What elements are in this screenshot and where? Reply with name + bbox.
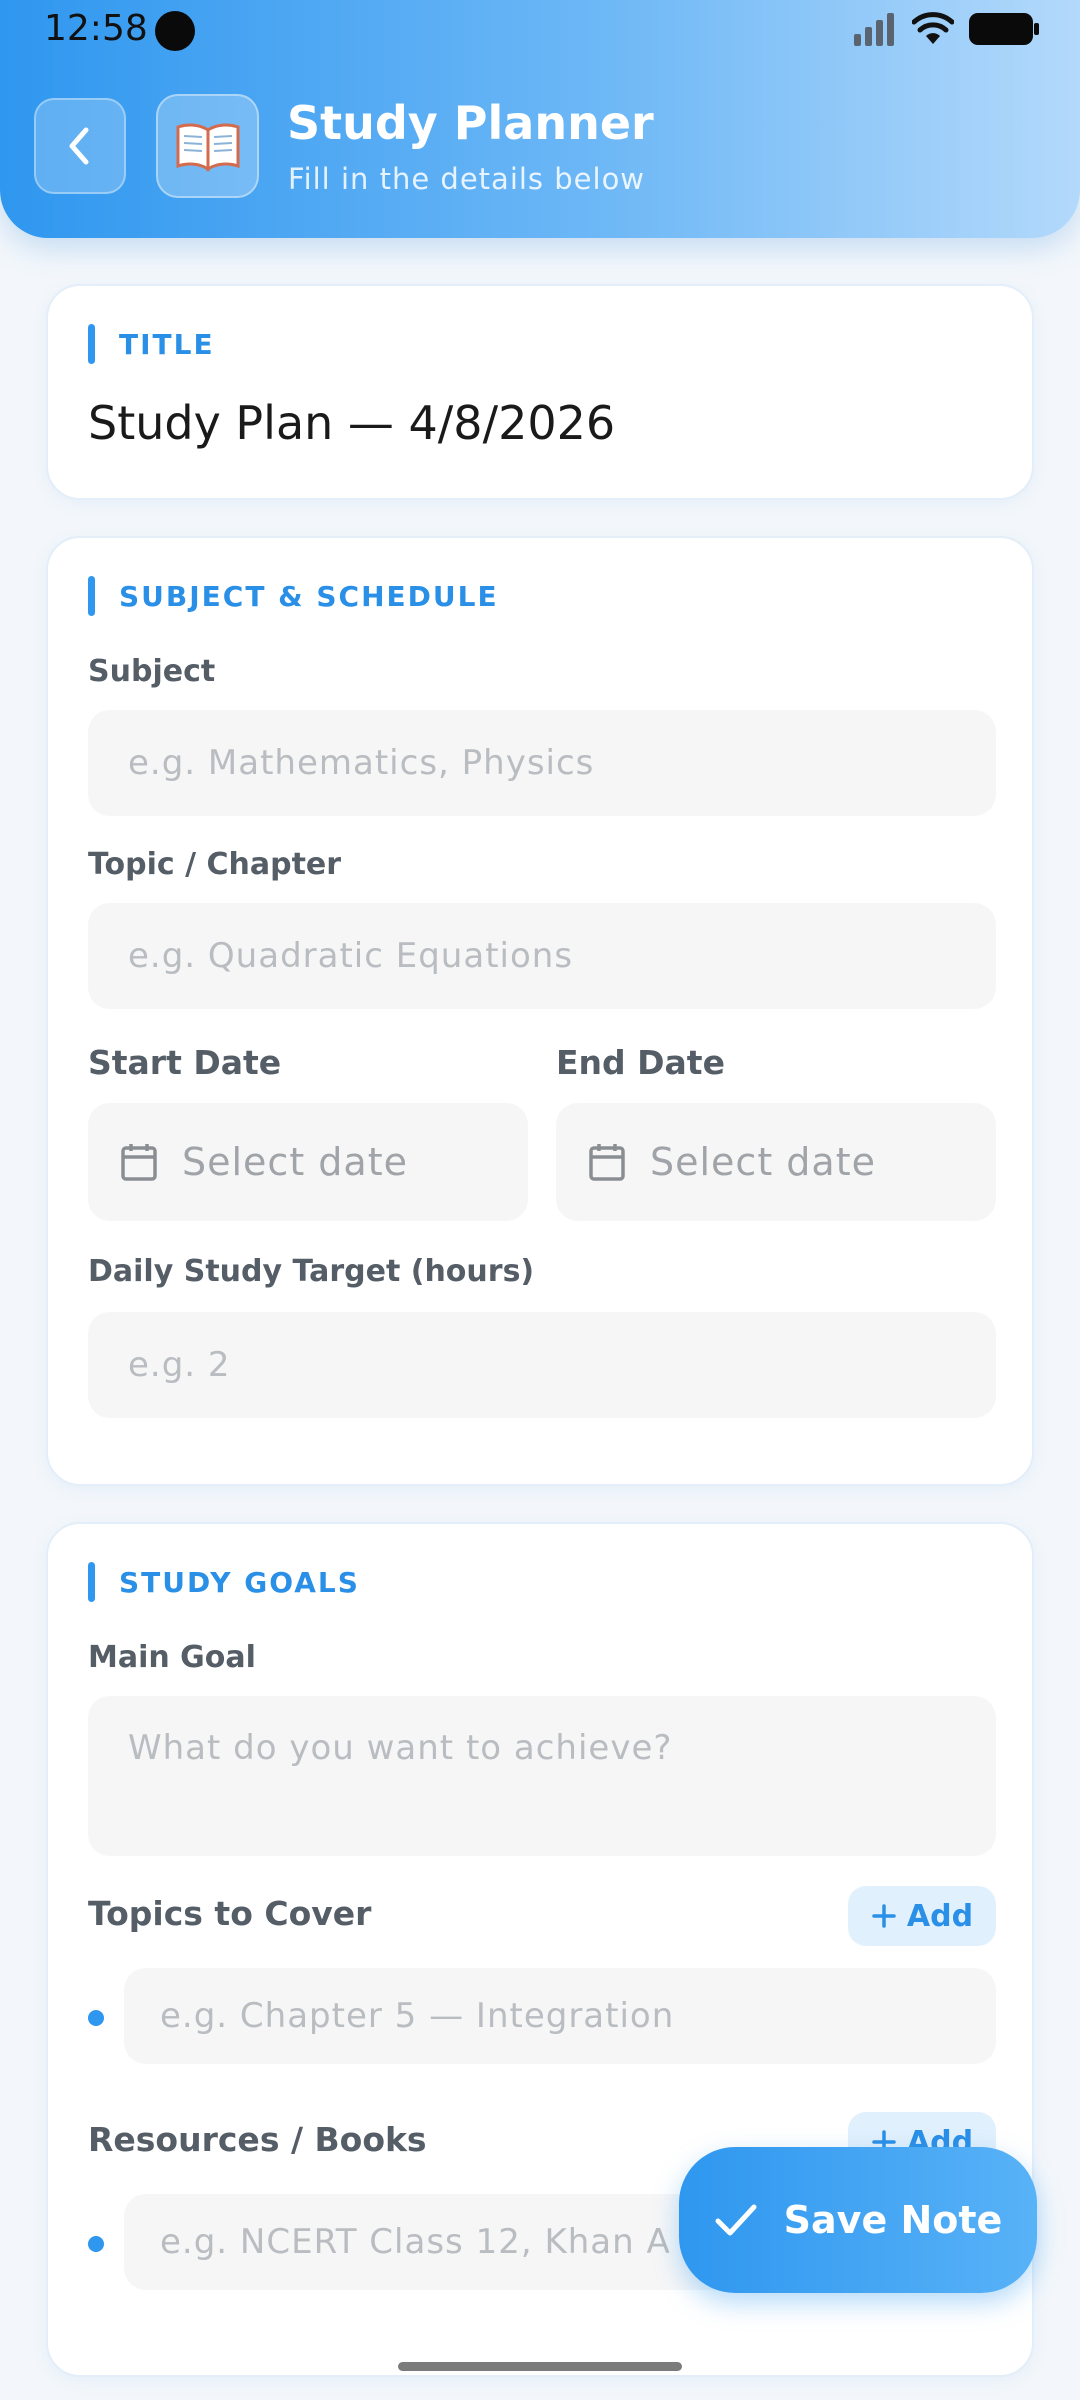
start-date-label: Start Date [88,1043,282,1082]
section-accent-bar [88,1562,95,1602]
plus-icon [872,1904,896,1928]
battery-icon [969,13,1039,45]
list-bullet [88,2236,104,2252]
status-time: 12:58 [44,8,148,49]
chevron-left-icon [69,127,89,165]
topics-label: Topics to Cover [88,1894,372,1933]
app-icon [156,94,259,198]
schedule-card: SUBJECT & SCHEDULE Subject e.g. Mathemat… [46,536,1034,1486]
back-button[interactable] [34,98,126,194]
title-input[interactable]: Study Plan — 4/8/2026 [88,396,615,450]
subject-label: Subject [88,654,216,689]
list-bullet [88,2010,104,2026]
wifi-icon [912,12,954,44]
schedule-section-header: SUBJECT & SCHEDULE [88,576,499,616]
signal-icon [854,13,894,46]
camera-cutout [155,11,195,51]
topic-item-input[interactable]: e.g. Chapter 5 — Integration [124,1968,996,2064]
save-note-label: Save Note [783,2198,1003,2242]
end-date-label: End Date [556,1043,725,1082]
page-title: Study Planner [287,96,654,150]
status-icons [852,12,1040,46]
start-date-input[interactable]: Select date [88,1103,528,1221]
add-topic-button[interactable]: Add [848,1886,996,1946]
app-header: 12:58 Study Planner Fill in the details … [0,0,1080,238]
resources-label: Resources / Books [88,2120,427,2159]
daily-target-label: Daily Study Target (hours) [88,1254,535,1289]
topic-label: Topic / Chapter [88,847,342,882]
home-indicator[interactable] [398,2362,682,2371]
status-bar: 12:58 [0,0,1080,62]
main-goal-label: Main Goal [88,1640,256,1675]
section-accent-bar [88,324,95,364]
checkmark-icon [715,2204,757,2236]
open-book-icon [176,123,239,172]
subject-input[interactable]: e.g. Mathematics, Physics [88,710,996,816]
start-date-placeholder: Select date [182,1140,408,1184]
daily-target-input[interactable]: e.g. 2 [88,1312,996,1418]
calendar-icon [121,1144,157,1181]
title-card: TITLE Study Plan — 4/8/2026 [46,284,1034,500]
end-date-input[interactable]: Select date [556,1103,996,1221]
main-goal-textarea[interactable]: What do you want to achieve? [88,1696,996,1856]
section-accent-bar [88,576,95,616]
page-subtitle: Fill in the details below [288,162,646,196]
calendar-icon [589,1144,625,1181]
add-topic-label: Add [906,1898,974,1934]
end-date-placeholder: Select date [650,1140,876,1184]
goals-section-header: STUDY GOALS [88,1562,360,1602]
section-label: TITLE [119,327,215,361]
save-note-button[interactable]: Save Note [679,2147,1037,2293]
section-label: STUDY GOALS [119,1565,360,1599]
title-section-header: TITLE [88,324,215,364]
topic-input[interactable]: e.g. Quadratic Equations [88,903,996,1009]
section-label: SUBJECT & SCHEDULE [119,579,499,613]
